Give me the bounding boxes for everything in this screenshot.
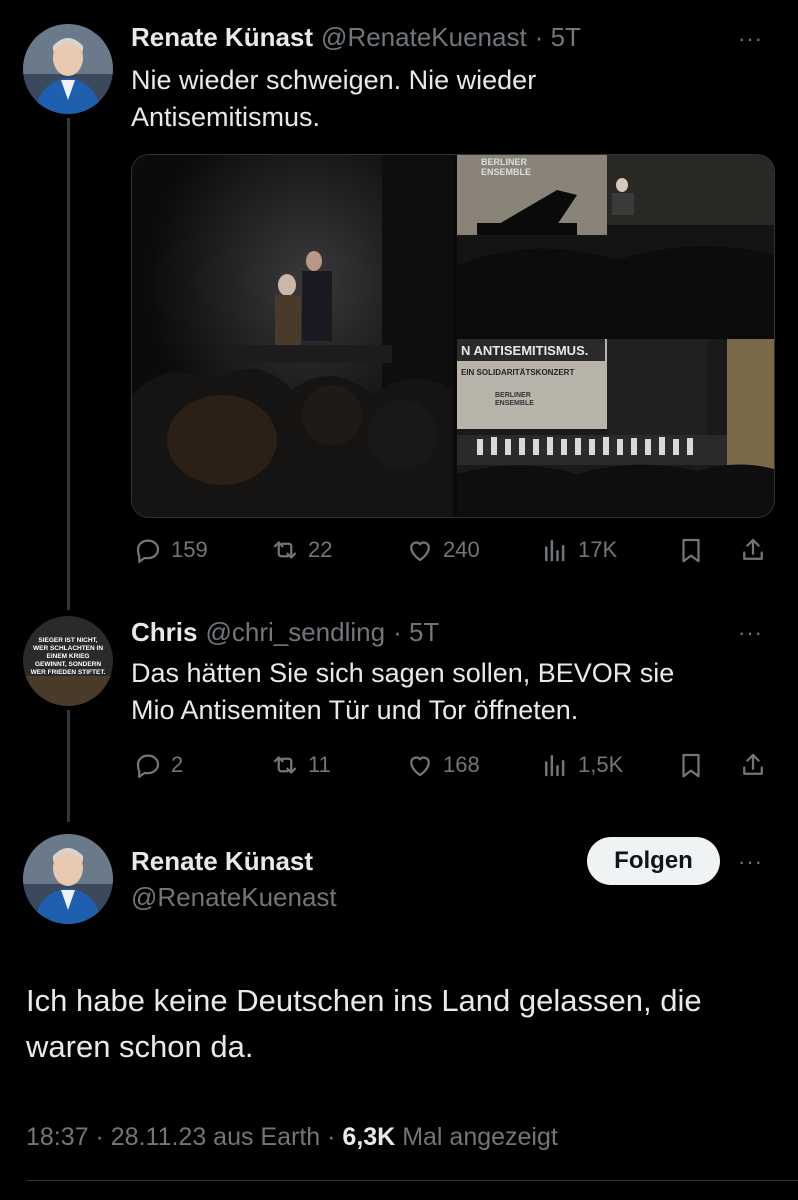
bookmark-button[interactable]: [676, 750, 706, 780]
media-sign: BERLINER: [481, 157, 528, 167]
tweet-text: Ich habe keine Deutschen ins Land gelass…: [26, 978, 786, 1070]
media-sign: ENSEMBLE: [481, 167, 531, 177]
reply-icon: [136, 754, 160, 778]
media-grid[interactable]: BERLINER ENSEMBLE N ANTISEMITISMUS. EIN …: [131, 154, 775, 518]
retweet-icon: [273, 541, 297, 559]
thread-line: [67, 118, 70, 610]
divider: [26, 1180, 798, 1181]
retweet-count: 11: [308, 752, 331, 777]
media-image-1[interactable]: [132, 155, 453, 517]
media-banner: EIN SOLIDARITÄTSKONZERT: [461, 368, 574, 377]
tweet-meta: 18:37 · 28.11.23 aus Earth · 6,3K Mal an…: [26, 1123, 558, 1152]
timestamp[interactable]: 18:37 · 28.11.23 aus Earth ·: [26, 1123, 335, 1151]
more-icon[interactable]: ···: [738, 849, 763, 875]
more-icon[interactable]: ···: [738, 620, 763, 646]
tweet-text-line: Mio Antisemiten Tür und Tor öffneten.: [131, 695, 579, 725]
post-age: · 5T: [534, 22, 581, 52]
tweet-text-line: Ich habe keine Deutschen ins Land gelass…: [26, 983, 702, 1018]
media-sign: ENSEMBLE: [495, 400, 534, 407]
tweet-text-line: Nie wieder schweigen. Nie wieder: [131, 65, 537, 95]
view-suffix: Mal angezeigt: [402, 1123, 558, 1151]
like-count: 168: [443, 752, 480, 777]
reply-count: 2: [171, 752, 184, 777]
tweet-text-line: Das hätten Sie sich sagen sollen, BEVOR …: [131, 658, 675, 688]
reply-button[interactable]: 2: [133, 750, 183, 780]
views-button[interactable]: 17K: [540, 535, 617, 565]
heart-icon: [410, 756, 430, 777]
bookmark-icon: [682, 538, 700, 563]
avatar-quote: EINEM KRIEG: [47, 653, 90, 660]
reply-count: 159: [171, 537, 208, 562]
avatar[interactable]: [23, 24, 113, 114]
like-button[interactable]: 168: [405, 750, 480, 780]
author-name[interactable]: Renate Künast: [131, 846, 313, 877]
view-count: 6,3K: [342, 1123, 396, 1151]
views-icon: [545, 755, 565, 777]
more-icon[interactable]: ···: [738, 26, 763, 52]
retweet-button[interactable]: 11: [270, 750, 331, 780]
media-banner: N ANTISEMITISMUS.: [461, 343, 588, 358]
bookmark-button[interactable]: [676, 535, 706, 565]
share-button[interactable]: [738, 750, 768, 780]
reply-text: Das hätten Sie sich sagen sollen, BEVOR …: [131, 655, 771, 729]
tweet-text-line: Antisemitismus.: [131, 102, 321, 132]
tweet-text-line: waren schon da.: [26, 1029, 254, 1064]
retweet-icon: [273, 756, 297, 774]
author-name[interactable]: Chris: [131, 617, 197, 648]
post-age: · 5T: [393, 617, 440, 647]
author-handle[interactable]: @RenateKuenast: [131, 882, 337, 913]
views-icon: [545, 540, 565, 562]
retweet-count: 22: [308, 537, 333, 562]
avatar-quote: SIEGER IST NICHT,: [38, 637, 97, 644]
media-sign: BERLINER: [495, 392, 531, 399]
media-image-2[interactable]: BERLINER ENSEMBLE: [457, 155, 774, 335]
share-button[interactable]: [738, 535, 768, 565]
avatar-quote: WER FRIEDEN STIFTET.: [31, 669, 106, 676]
heart-icon: [410, 541, 430, 562]
like-button[interactable]: 240: [405, 535, 480, 565]
reply-button[interactable]: 159: [133, 535, 208, 565]
bookmark-icon: [682, 753, 700, 778]
avatar[interactable]: SIEGER IST NICHT, WER SCHLACHTEN IN EINE…: [23, 616, 113, 706]
avatar-quote: WER SCHLACHTEN IN: [33, 645, 103, 652]
retweet-button[interactable]: 22: [270, 535, 332, 565]
tweet-text: Nie wieder schweigen. Nie wieder Antisem…: [131, 62, 751, 136]
share-icon: [743, 753, 763, 775]
avatar-quote: GEWINNT, SONDERN: [35, 661, 101, 668]
author-handle[interactable]: @chri_sendling: [205, 617, 385, 648]
media-image-3[interactable]: N ANTISEMITISMUS. EIN SOLIDARITÄTSKONZER…: [457, 339, 774, 517]
views-count: 17K: [578, 537, 618, 562]
author-name[interactable]: Renate Künast: [131, 22, 313, 53]
thread-line: [67, 710, 70, 822]
reply-icon: [136, 539, 160, 563]
share-icon: [743, 538, 763, 560]
follow-button[interactable]: Folgen: [587, 837, 720, 885]
views-button[interactable]: 1,5K: [540, 750, 623, 780]
avatar[interactable]: [23, 834, 113, 924]
like-count: 240: [443, 537, 480, 562]
views-count: 1,5K: [578, 752, 624, 777]
author-handle[interactable]: @RenateKuenast: [321, 22, 527, 53]
